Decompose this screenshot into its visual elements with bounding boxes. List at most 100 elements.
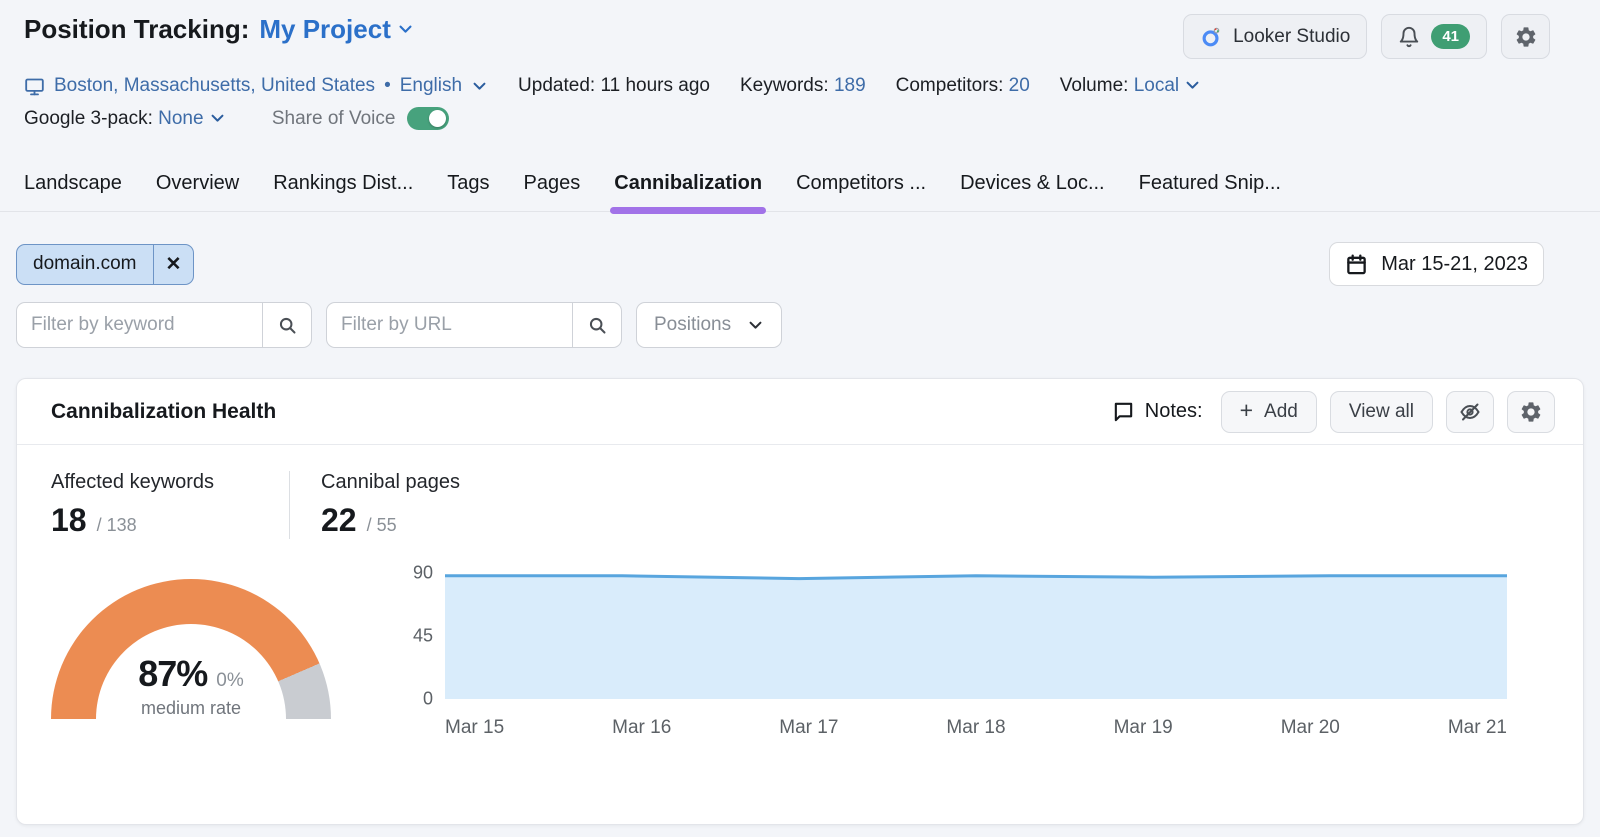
- gear-icon: [1514, 25, 1538, 49]
- tab-competitors[interactable]: Competitors ...: [796, 172, 926, 211]
- url-filter-input[interactable]: [327, 303, 572, 347]
- y-tick: 45: [413, 626, 433, 647]
- plot-area[interactable]: [445, 573, 1507, 699]
- toggle-knob: [429, 110, 446, 127]
- chevron-down-icon: [747, 317, 764, 334]
- project-selector[interactable]: My Project: [259, 14, 414, 45]
- add-note-label: Add: [1264, 401, 1298, 423]
- keywords-label: Keywords:: [740, 75, 829, 96]
- plus-icon: +: [1240, 399, 1253, 422]
- notes-label: Notes:: [1145, 400, 1203, 423]
- positions-dropdown-label: Positions: [654, 314, 731, 336]
- gauge-caption: medium rate: [51, 698, 331, 719]
- close-icon[interactable]: ✕: [153, 245, 194, 284]
- page-title: Position Tracking: My Project: [24, 14, 414, 45]
- eye-off-icon: [1458, 400, 1482, 424]
- tab-featured-snippets[interactable]: Featured Snip...: [1139, 172, 1281, 211]
- volume-label: Volume:: [1060, 75, 1129, 96]
- x-tick: Mar 18: [946, 717, 1005, 739]
- updated-label: Updated: 11 hours ago: [518, 75, 710, 97]
- date-range-picker[interactable]: Mar 15-21, 2023: [1329, 242, 1544, 286]
- google-3pack-label: Google 3-pack:: [24, 108, 153, 129]
- calendar-icon: [1345, 253, 1368, 276]
- competitors-value-link[interactable]: 20: [1009, 75, 1030, 96]
- stat-total: / 55: [367, 515, 397, 536]
- stat-value: 18: [51, 502, 87, 539]
- hide-notes-button[interactable]: [1446, 391, 1494, 433]
- tab-devices-locations[interactable]: Devices & Loc...: [960, 172, 1105, 211]
- tab-tags[interactable]: Tags: [447, 172, 489, 211]
- stats-row: Affected keywords 18 / 138 Cannibal page…: [51, 471, 1549, 539]
- gauge-delta: 0%: [216, 670, 243, 692]
- chevron-down-icon: [471, 78, 488, 95]
- page-title-label: Position Tracking:: [24, 14, 249, 45]
- keyword-filter: [16, 302, 312, 348]
- note-bubble-icon: [1112, 400, 1135, 423]
- y-tick: 90: [413, 563, 433, 584]
- x-axis: Mar 15 Mar 16 Mar 17 Mar 18 Mar 19 Mar 2…: [445, 717, 1507, 739]
- y-axis: 90 45 0: [405, 573, 445, 699]
- stat-label: Affected keywords: [51, 471, 289, 494]
- settings-button[interactable]: [1501, 14, 1550, 59]
- page-header: Position Tracking: My Project Looker Stu…: [0, 0, 1600, 130]
- search-icon: [587, 315, 608, 336]
- google-3pack-selector[interactable]: Google 3-pack: None: [24, 108, 226, 130]
- volume-selector[interactable]: Volume: Local: [1060, 75, 1202, 97]
- x-tick: Mar 15: [445, 717, 504, 739]
- date-range-label: Mar 15-21, 2023: [1381, 253, 1528, 276]
- widget-settings-button[interactable]: [1507, 391, 1555, 433]
- share-of-voice-toggle[interactable]: [407, 107, 449, 130]
- stat-total: / 138: [97, 515, 137, 536]
- notifications-badge: 41: [1431, 24, 1470, 49]
- tab-overview[interactable]: Overview: [156, 172, 239, 211]
- looker-studio-button[interactable]: Looker Studio: [1183, 14, 1367, 59]
- stat-label: Cannibal pages: [321, 471, 460, 494]
- cannibalization-health-card: Cannibalization Health Notes: + Add View…: [16, 378, 1584, 825]
- notifications-button[interactable]: 41: [1381, 14, 1487, 59]
- domain-filter-chip: domain.com ✕: [16, 244, 194, 285]
- health-trend-chart: 90 45 0 Mar 15 Mar 16 Mar 17 Mar 18: [405, 573, 1549, 739]
- tab-cannibalization[interactable]: Cannibalization: [614, 172, 762, 211]
- competitors-label: Competitors:: [896, 75, 1004, 96]
- keyword-filter-input[interactable]: [17, 303, 262, 347]
- competitors-stat: Competitors: 20: [896, 75, 1030, 97]
- project-name: My Project: [259, 14, 391, 45]
- looker-studio-label: Looker Studio: [1233, 26, 1350, 48]
- add-note-button[interactable]: + Add: [1221, 391, 1317, 433]
- x-tick: Mar 17: [779, 717, 838, 739]
- share-of-voice-label: Share of Voice: [272, 108, 396, 130]
- tab-pages[interactable]: Pages: [524, 172, 581, 211]
- looker-studio-icon: [1200, 26, 1222, 48]
- view-all-label: View all: [1349, 401, 1414, 423]
- tab-rankings-distribution[interactable]: Rankings Dist...: [273, 172, 413, 211]
- health-trend-svg: [445, 573, 1507, 699]
- location-language-selector[interactable]: Boston, Massachusetts, United States • E…: [24, 75, 488, 97]
- keywords-value-link[interactable]: 189: [834, 75, 866, 96]
- x-tick: Mar 19: [1114, 717, 1173, 739]
- volume-value: Local: [1134, 75, 1179, 96]
- bell-icon: [1398, 26, 1420, 48]
- chevron-down-icon: [397, 21, 414, 38]
- stat-value: 22: [321, 502, 357, 539]
- x-tick: Mar 21: [1448, 717, 1507, 739]
- positions-dropdown[interactable]: Positions: [636, 302, 782, 348]
- search-icon: [277, 315, 298, 336]
- gauge-value: 87%: [138, 653, 207, 695]
- chevron-down-icon: [209, 110, 226, 127]
- tab-bar: Landscape Overview Rankings Dist... Tags…: [0, 172, 1600, 212]
- keywords-stat: Keywords: 189: [740, 75, 866, 97]
- health-gauge: 87% 0% medium rate: [51, 573, 331, 719]
- url-search-button[interactable]: [572, 303, 621, 347]
- keyword-search-button[interactable]: [262, 303, 311, 347]
- bullet-separator: •: [384, 75, 391, 97]
- location-label: Boston, Massachusetts, United States: [54, 75, 375, 97]
- stat-cannibal-pages: Cannibal pages 22 / 55: [289, 471, 460, 539]
- view-all-notes-button[interactable]: View all: [1330, 391, 1433, 433]
- notes-group: Notes:: [1112, 400, 1203, 423]
- x-tick: Mar 20: [1281, 717, 1340, 739]
- card-title: Cannibalization Health: [51, 400, 276, 424]
- gear-icon: [1519, 400, 1543, 424]
- language-label: English: [400, 75, 462, 97]
- y-tick: 0: [423, 689, 433, 710]
- tab-landscape[interactable]: Landscape: [24, 172, 122, 211]
